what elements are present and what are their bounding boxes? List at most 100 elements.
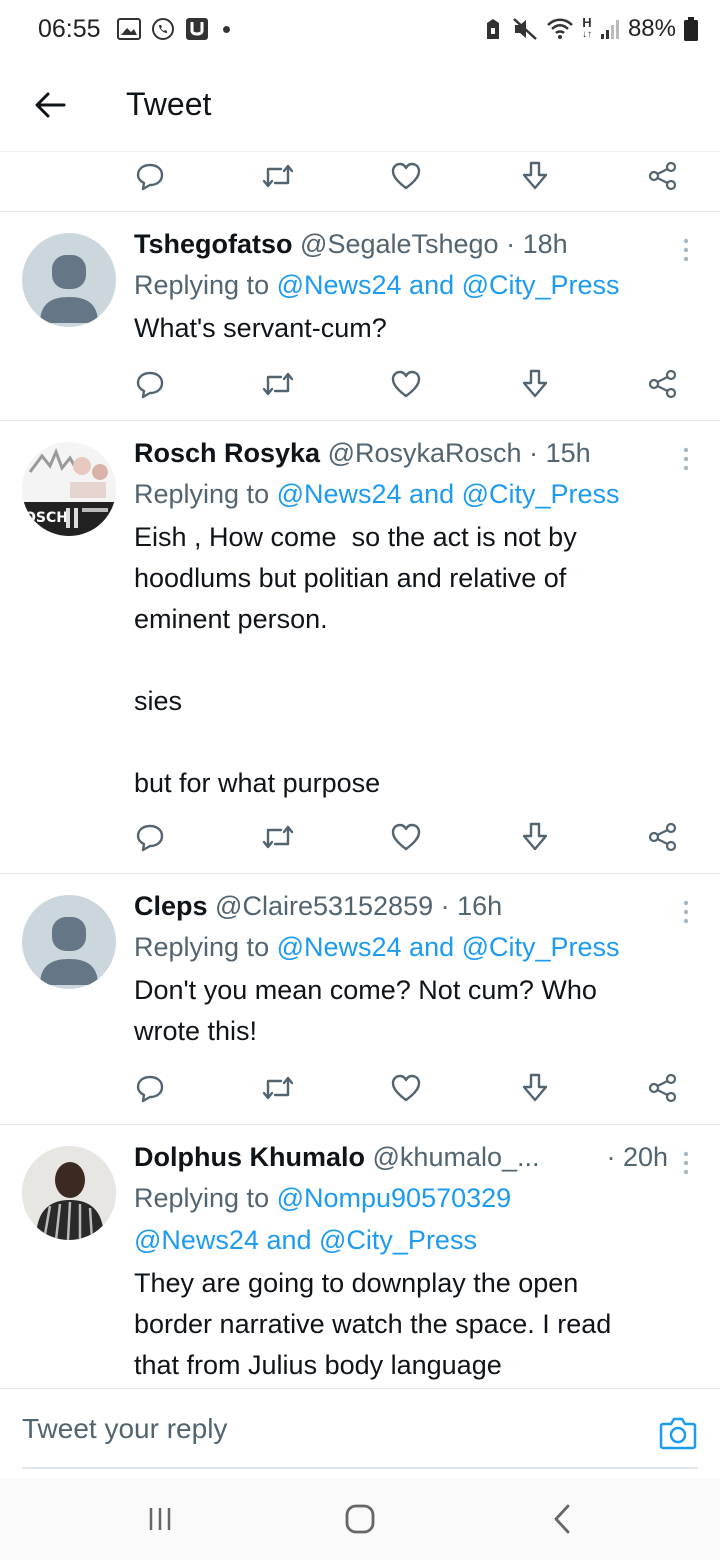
user-handle: @Claire53152859: [215, 891, 434, 921]
home-button[interactable]: [335, 1494, 385, 1544]
share-button[interactable]: [643, 156, 683, 196]
share-button[interactable]: [643, 1068, 683, 1108]
retweet-icon: [262, 372, 294, 396]
reply-icon: [136, 371, 164, 399]
download-icon: [522, 1073, 548, 1102]
retweet-button[interactable]: [258, 156, 298, 196]
default-avatar-icon: [40, 917, 98, 985]
system-back-button[interactable]: [537, 1494, 587, 1544]
tweet-header: Rosch Rosyka @RosykaRosch · 15h: [134, 433, 680, 473]
home-icon: [345, 1504, 375, 1534]
share-icon: [648, 822, 677, 852]
page-title: Tweet: [126, 86, 212, 122]
replying-mentions-link[interactable]: @Nompu90570329: [277, 1183, 512, 1213]
tweet-time: · 20h: [606, 1142, 668, 1172]
network-type-label: H: [582, 15, 592, 30]
camera-button[interactable]: [658, 1413, 698, 1453]
more-options-button[interactable]: [674, 230, 698, 270]
chevron-left-icon: [554, 1504, 570, 1534]
user-name[interactable]: Rosch Rosyka: [134, 438, 320, 468]
more-options-button[interactable]: [674, 892, 698, 932]
tweet-header: Cleps @Claire53152859 · 16h: [134, 886, 680, 926]
retweet-icon: [262, 164, 294, 188]
avatar[interactable]: [22, 1146, 116, 1240]
reply-input[interactable]: Tweet your reply: [22, 1413, 227, 1445]
tweet-text: Eish , How come so the act is not by hoo…: [134, 522, 577, 798]
whatsapp-notification-icon: [151, 17, 175, 41]
avatar[interactable]: [22, 895, 116, 989]
tweet-text: What's servant-cum?: [134, 313, 387, 343]
user-name[interactable]: Dolphus Khumalo: [134, 1142, 365, 1172]
wifi-icon: [546, 18, 574, 40]
replying-to: Replying to @News24 and @City_Press: [134, 264, 680, 306]
retweet-button[interactable]: [258, 364, 298, 404]
user-name[interactable]: Cleps: [134, 891, 208, 921]
share-button[interactable]: [643, 364, 683, 404]
svg-text:OSCH: OSCH: [24, 510, 68, 526]
reply-button[interactable]: [130, 156, 170, 196]
status-bar: 06:55 H ↓↑ 88%: [0, 0, 720, 58]
tweet-header: Dolphus Khumalo @khumalo_... · 20h: [134, 1137, 668, 1177]
back-button[interactable]: [0, 58, 100, 152]
reply-icon: [136, 1075, 164, 1103]
recent-apps-button[interactable]: [135, 1494, 185, 1544]
more-vertical-icon: [683, 238, 689, 262]
back-arrow-icon: [35, 92, 66, 117]
download-button[interactable]: [515, 364, 555, 404]
like-button[interactable]: [386, 1068, 426, 1108]
download-button[interactable]: [515, 817, 555, 857]
tweet-actions: [0, 807, 720, 867]
download-button[interactable]: [515, 1068, 555, 1108]
like-button[interactable]: [386, 156, 426, 196]
tweet-time: · 16h: [440, 891, 503, 921]
heart-icon: [391, 823, 421, 851]
replying-to: Replying to @News24 and @City_Press: [134, 926, 680, 968]
signal-icon: [600, 18, 620, 40]
replying-mentions-link[interactable]: @News24 and @City_Press: [277, 479, 620, 509]
retweet-icon: [262, 825, 294, 849]
retweet-icon: [262, 1076, 294, 1100]
like-button[interactable]: [386, 817, 426, 857]
replying-to: Replying to @Nompu90570329: [134, 1177, 668, 1219]
download-icon: [522, 161, 548, 190]
download-icon: [522, 369, 548, 398]
reply-icon: [136, 824, 164, 852]
like-button[interactable]: [386, 364, 426, 404]
share-button[interactable]: [643, 817, 683, 857]
retweet-button[interactable]: [258, 1068, 298, 1108]
tweet-time: · 18h: [506, 229, 568, 259]
replying-mentions-link[interactable]: @News24 and @City_Press: [277, 932, 620, 962]
reply-icon: [136, 163, 164, 191]
network-type-icon: H ↓↑: [581, 15, 592, 40]
tweet-actions: [0, 354, 720, 414]
tweet-text: They are going to downplay the open bord…: [134, 1268, 612, 1380]
reply-button[interactable]: [130, 1068, 170, 1108]
user-name[interactable]: Tshegofatso: [134, 229, 293, 259]
replying-prefix: Replying to: [134, 479, 277, 509]
tweet-text: Don't you mean come? Not cum? Who wrote …: [134, 975, 597, 1046]
more-notifications-dot: [222, 25, 230, 33]
reply-button[interactable]: [130, 817, 170, 857]
status-time: 06:55: [38, 14, 101, 43]
avatar[interactable]: [22, 233, 116, 327]
reply-composer: Tweet your reply: [0, 1388, 720, 1478]
user-handle: @khumalo_...: [372, 1142, 540, 1172]
tweet-actions-previous: [0, 146, 720, 206]
retweet-button[interactable]: [258, 817, 298, 857]
download-button[interactable]: [515, 156, 555, 196]
mute-icon: [512, 17, 538, 41]
avatar[interactable]: OSCH: [22, 442, 116, 536]
replying-mentions-link[interactable]: @News24 and @City_Press: [134, 1225, 477, 1255]
battery-icon: [684, 17, 698, 41]
more-options-button[interactable]: [674, 439, 698, 479]
replying-prefix: Replying to: [134, 1183, 277, 1213]
system-nav-bar: [0, 1478, 720, 1560]
more-vertical-icon: [683, 447, 689, 471]
battery-percent: 88%: [627, 15, 676, 42]
heart-icon: [391, 1074, 421, 1102]
tweet-item[interactable]: OSCH Rosch Rosyka @RosykaRosch · 15h Rep…: [0, 421, 720, 873]
tweet-item[interactable]: Dolphus Khumalo @khumalo_... · 20h Reply…: [0, 1125, 720, 1388]
more-options-button[interactable]: [674, 1143, 698, 1183]
reply-button[interactable]: [130, 364, 170, 404]
replying-mentions-link[interactable]: @News24 and @City_Press: [277, 270, 620, 300]
